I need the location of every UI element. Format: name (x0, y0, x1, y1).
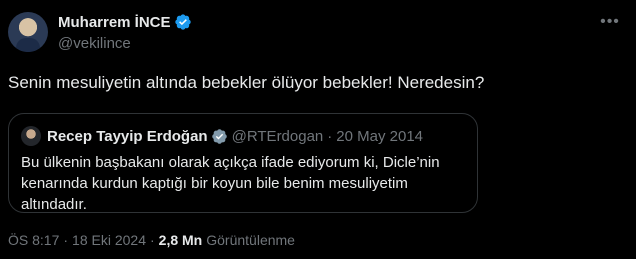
tweet-time[interactable]: ÖS 8:17 (8, 232, 59, 248)
author-names: Muharrem İNCE @vekilince (58, 12, 192, 52)
quoted-tweet-text: Bu ülkenin başbakanı olarak açıkça ifade… (21, 154, 440, 213)
tweet-meta: ÖS 8:17 · 18 Eki 2024 · 2,8 Mn Görüntüle… (8, 232, 295, 248)
author-avatar[interactable] (8, 12, 48, 52)
author-handle[interactable]: @vekilince (58, 35, 192, 52)
verified-badge-icon (211, 128, 227, 144)
tweet-text: Senin mesuliyetin altında bebekler ölüyo… (8, 73, 485, 92)
views-label: Görüntülenme (206, 232, 295, 248)
quoted-tweet[interactable]: Recep Tayyip Erdoğan @RTErdogan · 20 May… (8, 113, 478, 213)
quoted-tweet-header: Recep Tayyip Erdoğan @RTErdogan · 20 May… (21, 126, 465, 146)
tweet-header: Muharrem İNCE @vekilince ••• (8, 9, 624, 55)
quoted-tweet-date: 20 May 2014 (336, 127, 424, 145)
tweet-card: Muharrem İNCE @vekilince ••• Senin mesul… (0, 0, 636, 259)
meta-separator: · (150, 232, 155, 248)
quoted-author-name: Recep Tayyip Erdoğan (47, 127, 208, 145)
quoted-author-avatar (21, 126, 41, 146)
views-count[interactable]: 2,8 Mn (159, 232, 203, 248)
meta-separator: · (63, 232, 69, 248)
tweet-date[interactable]: 18 Eki 2024 (72, 232, 146, 248)
author-name-row: Muharrem İNCE (58, 12, 192, 32)
quoted-author-handle: @RTErdogan (231, 127, 324, 145)
verified-badge-icon (174, 14, 191, 30)
more-options-icon[interactable]: ••• (596, 8, 624, 36)
author-display-name[interactable]: Muharrem İNCE (58, 14, 171, 31)
quoted-separator: · (327, 127, 333, 145)
